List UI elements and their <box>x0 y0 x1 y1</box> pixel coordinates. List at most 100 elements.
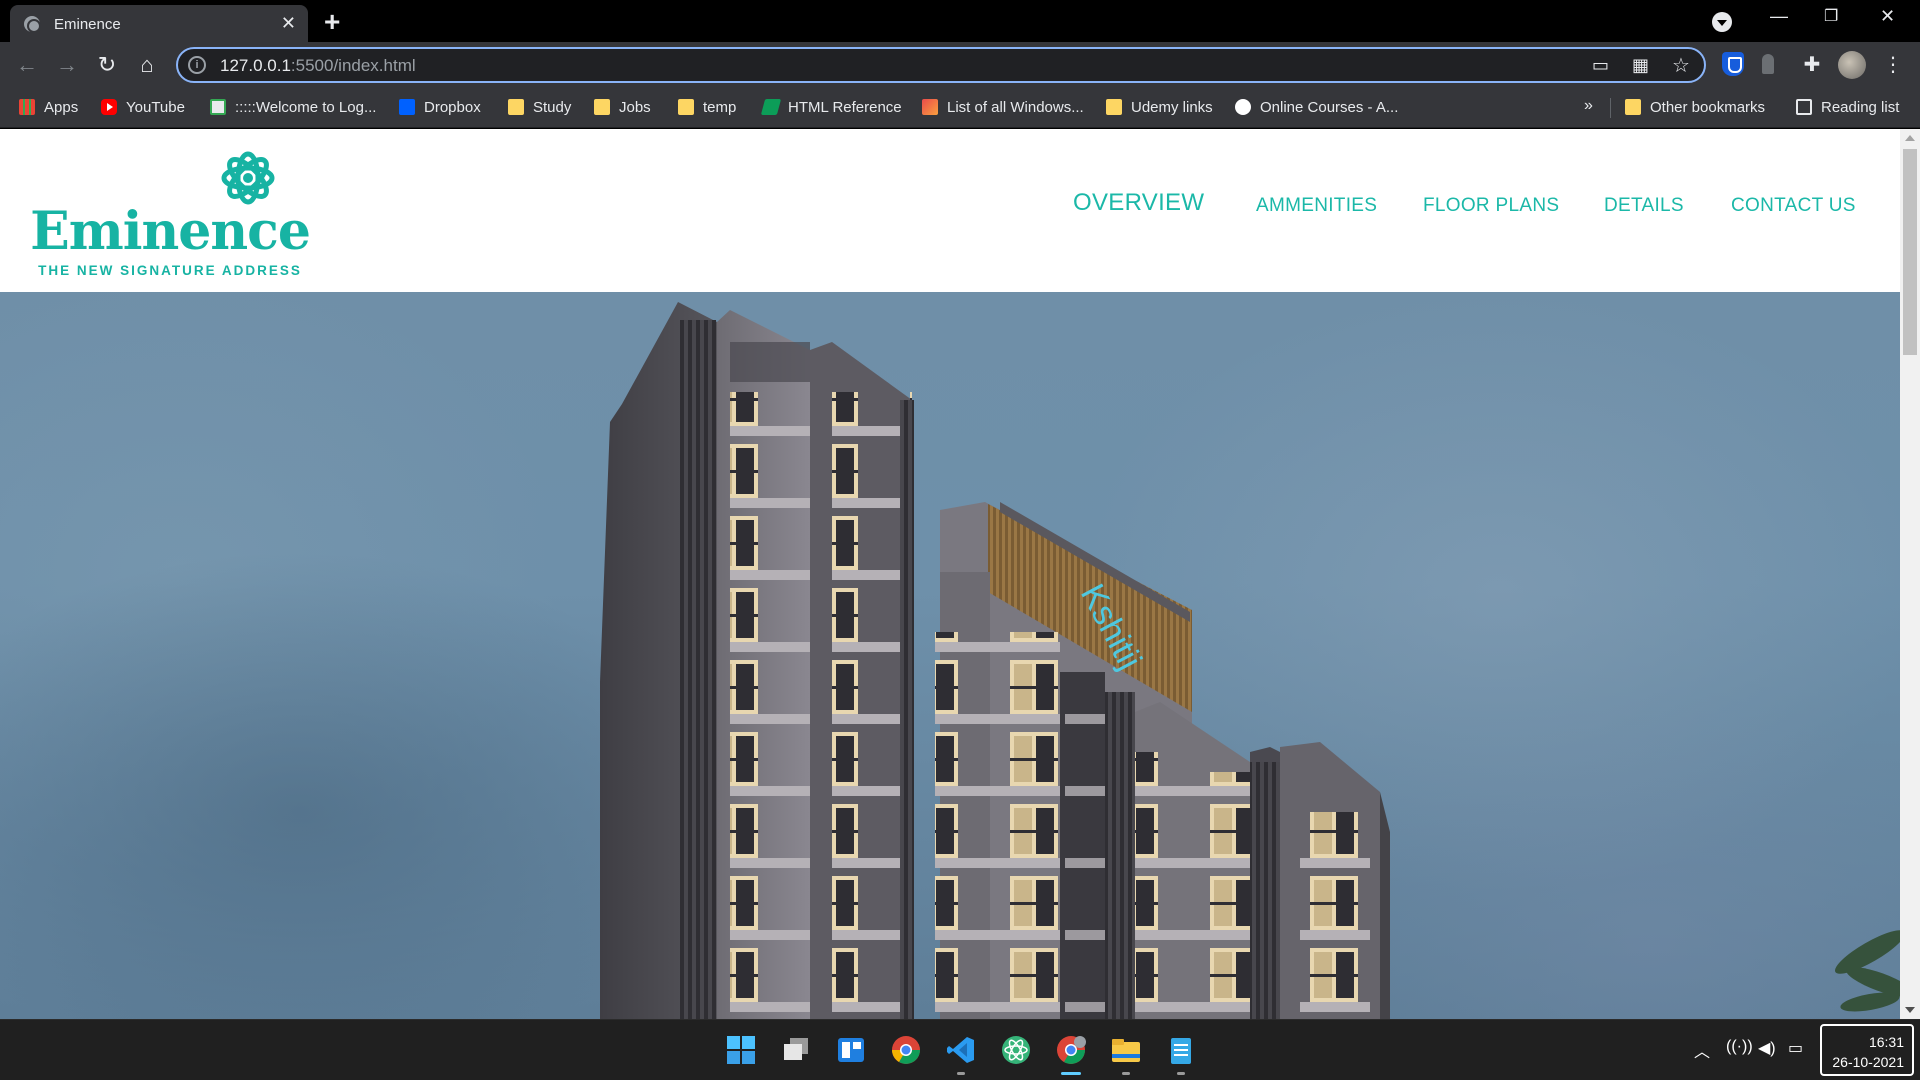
lotus-emblem-icon <box>221 151 275 205</box>
bookmark-dropbox[interactable]: Dropbox <box>399 98 481 118</box>
cast-icon[interactable]: ▭ <box>1592 55 1609 76</box>
brand-tagline: THE NEW SIGNATURE ADDRESS <box>38 263 302 278</box>
system-clock[interactable]: 16:31 26-10-2021 <box>1820 1024 1914 1076</box>
bookmark-label: Apps <box>44 99 79 116</box>
nav-overview[interactable]: OVERVIEW <box>1073 189 1204 217</box>
running-indicator <box>957 1072 965 1075</box>
bookmark-other[interactable]: Other bookmarks <box>1625 98 1765 118</box>
battery-icon[interactable]: ▭ <box>1788 1038 1803 1058</box>
forward-button[interactable]: → <box>52 50 82 80</box>
active-indicator <box>1061 1072 1081 1075</box>
vscode-icon[interactable] <box>945 1034 977 1066</box>
divider <box>1610 98 1611 118</box>
qr-code-icon[interactable]: ▦ <box>1632 55 1649 76</box>
site-logo[interactable]: Eminence THE NEW SIGNATURE ADDRESS <box>30 149 311 279</box>
reading-list-button[interactable]: Reading list <box>1796 98 1899 118</box>
hero-image: Kshitij <box>0 292 1900 1019</box>
site-icon <box>1235 99 1251 115</box>
bookmark-label: temp <box>703 99 737 116</box>
scrollbar-thumb[interactable] <box>1903 149 1917 355</box>
bookmark-study[interactable]: Study <box>508 98 571 118</box>
bookmark-windows-list[interactable]: List of all Windows... <box>922 98 1084 118</box>
tab-title: Eminence <box>54 16 121 33</box>
extension-icon[interactable] <box>1762 54 1774 74</box>
folder-icon <box>678 99 694 115</box>
site-icon <box>210 99 226 115</box>
profile-avatar[interactable] <box>1838 51 1866 79</box>
bookmark-label: Other bookmarks <box>1650 99 1766 116</box>
page-scrollbar[interactable] <box>1900 129 1920 1019</box>
clock-date: 26-10-2021 <box>1832 1054 1904 1070</box>
apps-grid-icon <box>19 99 35 115</box>
running-indicator <box>1122 1072 1130 1075</box>
extensions-puzzle-icon[interactable]: ✚ <box>1797 50 1827 80</box>
bookmark-html-reference[interactable]: HTML Reference <box>760 98 902 118</box>
site-icon <box>760 99 782 115</box>
widgets-icon[interactable] <box>835 1034 867 1066</box>
close-window-button[interactable]: ✕ <box>1880 6 1895 27</box>
bookmarks-overflow-button[interactable]: » <box>1584 97 1593 115</box>
bookmark-apps[interactable]: Apps <box>19 98 78 118</box>
minimize-button[interactable]: — <box>1770 6 1788 27</box>
bookmark-star-icon[interactable]: ☆ <box>1672 53 1690 78</box>
bookmark-label: Udemy links <box>1131 99 1213 116</box>
bookmark-label: Reading list <box>1821 99 1900 116</box>
notepad-icon[interactable] <box>1165 1034 1197 1066</box>
bookmark-welcome[interactable]: :::::Welcome to Log... <box>210 98 376 118</box>
new-tab-button[interactable]: + <box>324 6 340 38</box>
bookmark-label: Dropbox <box>424 99 481 116</box>
page-viewport: Eminence THE NEW SIGNATURE ADDRESS OVERV… <box>0 129 1920 1019</box>
scroll-up-arrow-icon[interactable] <box>1905 135 1915 141</box>
bookmark-label: Jobs <box>619 99 651 116</box>
show-hidden-icons-chevron-icon[interactable]: ︿ <box>1694 1038 1710 1062</box>
nav-ammenities[interactable]: AMMENITIES <box>1256 195 1377 217</box>
file-explorer-icon[interactable] <box>1110 1034 1142 1066</box>
folder-icon <box>508 99 524 115</box>
browser-toolbar: ← → ↻ ⌂ i 127.0.0.1:5500/index.html ▭ ▦ … <box>0 42 1920 88</box>
bookmark-jobs[interactable]: Jobs <box>594 98 651 118</box>
chrome-icon[interactable] <box>890 1034 922 1066</box>
building-illustration: Kshitij <box>600 302 1900 1019</box>
close-tab-icon[interactable]: ✕ <box>281 13 296 34</box>
menu-kebab-icon[interactable]: ⋮ <box>1878 50 1908 80</box>
task-view-icon[interactable] <box>780 1034 812 1066</box>
restore-button[interactable]: ❐ <box>1824 6 1838 26</box>
clock-time: 16:31 <box>1868 1034 1904 1050</box>
nav-details[interactable]: DETAILS <box>1604 195 1684 217</box>
windows-taskbar: ︿ ((·)) ◀) ▭ 16:31 26-10-2021 <box>0 1019 1920 1080</box>
wifi-icon[interactable]: ((·)) <box>1726 1038 1753 1056</box>
scroll-down-arrow-icon[interactable] <box>1905 1007 1915 1013</box>
tab-search-icon[interactable] <box>1712 12 1732 32</box>
volume-icon[interactable]: ◀) <box>1758 1038 1776 1058</box>
nav-contact-us[interactable]: CONTACT US <box>1731 195 1856 217</box>
site-header: Eminence THE NEW SIGNATURE ADDRESS OVERV… <box>0 129 1900 292</box>
running-indicator <box>1177 1072 1185 1075</box>
reading-list-icon <box>1796 99 1812 115</box>
nav-floor-plans[interactable]: FLOOR PLANS <box>1423 195 1559 217</box>
chrome-profile-icon[interactable] <box>1055 1034 1087 1066</box>
globe-icon <box>24 16 41 33</box>
bookmark-youtube[interactable]: YouTube <box>101 98 185 118</box>
tab-eminence[interactable]: Eminence ✕ <box>10 5 308 42</box>
bitwarden-extension-icon[interactable] <box>1722 52 1744 76</box>
bookmark-online-courses[interactable]: Online Courses - A... <box>1235 98 1398 118</box>
url-text[interactable]: 127.0.0.1:5500/index.html <box>220 56 416 76</box>
youtube-icon <box>101 99 117 115</box>
windows-start-icon[interactable] <box>725 1034 757 1066</box>
folder-icon <box>1106 99 1122 115</box>
reload-button[interactable]: ↻ <box>92 50 122 80</box>
back-button[interactable]: ← <box>12 50 42 80</box>
bookmark-label: HTML Reference <box>788 99 902 116</box>
bookmark-udemy-links[interactable]: Udemy links <box>1106 98 1213 118</box>
bookmark-label: List of all Windows... <box>947 99 1084 116</box>
bookmark-label: Online Courses - A... <box>1260 99 1399 116</box>
folder-icon <box>1625 99 1641 115</box>
site-info-icon[interactable]: i <box>188 56 206 74</box>
address-bar[interactable]: i 127.0.0.1:5500/index.html ▭ ▦ ☆ <box>176 47 1706 83</box>
atom-app-icon[interactable] <box>1000 1034 1032 1066</box>
brand-name: Eminence <box>30 201 311 262</box>
tab-strip: Eminence ✕ + — ❐ ✕ <box>0 0 1920 42</box>
bookmark-label: Study <box>533 99 572 116</box>
bookmark-temp[interactable]: temp <box>678 98 736 118</box>
home-button[interactable]: ⌂ <box>132 50 162 80</box>
